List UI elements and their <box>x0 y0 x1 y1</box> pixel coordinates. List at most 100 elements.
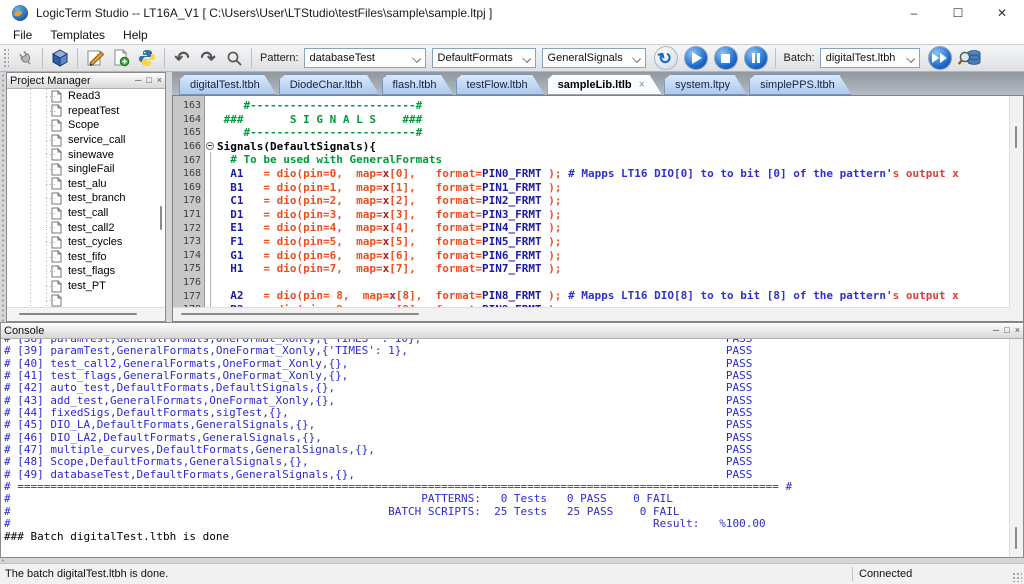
formats-combobox[interactable]: DefaultFormats <box>432 48 536 68</box>
tree-item-label: test_branch <box>68 192 125 204</box>
tree-item-Scope[interactable]: Scope <box>7 118 165 133</box>
tree-item-Read3[interactable]: Read3 <box>7 89 165 104</box>
tree-item-test_alu[interactable]: test_alu <box>7 177 165 192</box>
code-text: #-------------------------# <box>217 126 422 140</box>
minimize-button[interactable]: – <box>892 0 936 26</box>
line-number: 169 <box>173 182 205 193</box>
editor-vertical-scrollbar[interactable] <box>1009 96 1023 308</box>
tree-item-test_flags[interactable]: test_flags <box>7 264 165 279</box>
code-line: 177 A2 = dio(pin= 8, map=x[8], format=PI… <box>173 289 1009 303</box>
python-button[interactable] <box>134 46 160 70</box>
database-search-button[interactable] <box>955 46 985 70</box>
tab-system.ltpy[interactable]: system.ltpy <box>664 74 747 95</box>
tab-sampleLib.ltlb[interactable]: sampleLib.ltlb× <box>547 74 662 95</box>
fold-column <box>205 235 217 249</box>
chevron-down-icon <box>522 54 531 63</box>
tree-branch-line <box>46 300 57 301</box>
tree-item-label: Read3 <box>68 90 100 102</box>
tree-item-label: test_cycles <box>68 236 122 248</box>
panel-maximize-icon[interactable]: □ <box>146 76 151 85</box>
connection-status: Connected <box>859 568 912 580</box>
pattern-combobox[interactable]: databaseTest <box>304 48 426 68</box>
tree-item-label: sinewave <box>68 149 114 161</box>
tree-item-label: Scope <box>68 119 99 131</box>
fold-column <box>205 126 217 140</box>
tree-item-test_call2[interactable]: test_call2 <box>7 220 165 235</box>
line-number: 177 <box>173 291 205 302</box>
panel-close-icon[interactable]: × <box>1015 326 1020 335</box>
tab-testFlow.ltbh[interactable]: testFlow.ltbh <box>456 74 545 95</box>
pencil-icon <box>86 49 105 67</box>
stop-button[interactable] <box>714 46 738 70</box>
menu-templates[interactable]: Templates <box>41 28 114 42</box>
console-line: # [39] paramTest,GeneralFormats,OneForma… <box>4 345 792 357</box>
code-text: A1 = dio(pin=0, map=x[0], format=PIN0_FR… <box>217 167 959 181</box>
tree-item-sinewave[interactable]: sinewave <box>7 147 165 162</box>
menu-file[interactable]: File <box>4 28 41 42</box>
run-batch-button[interactable] <box>928 46 952 70</box>
fold-column <box>205 208 217 222</box>
tree-item-test_call[interactable]: test_call <box>7 206 165 221</box>
chevron-down-icon <box>632 54 641 63</box>
redo-button[interactable]: ↷ <box>195 46 221 70</box>
tree-branch-line <box>46 257 57 258</box>
tree-item-label: test_call2 <box>68 222 114 234</box>
toolbar-separator <box>164 48 165 68</box>
console-vertical-scrollbar[interactable] <box>1009 339 1023 557</box>
new-script-button[interactable] <box>108 46 134 70</box>
code-line: 173 F1 = dio(pin=5, map=x[5], format=PIN… <box>173 235 1009 249</box>
tab-digitalTest.ltbh[interactable]: digitalTest.ltbh <box>179 74 277 95</box>
console-line: # [42] auto_test,DefaultFormats,DefaultS… <box>4 382 792 394</box>
build-button[interactable] <box>47 46 73 70</box>
fold-collapse-icon[interactable] <box>206 142 214 150</box>
console-line: # PATTERNS: 0 Tests 0 PASS 0 FAIL <box>4 493 792 505</box>
tree-vertical-scrollbar[interactable] <box>160 206 162 230</box>
code-text: C1 = dio(pin=2, map=x[2], format=PIN2_FR… <box>217 194 561 208</box>
edit-button[interactable] <box>82 46 108 70</box>
tree-item-clipped[interactable] <box>7 293 165 308</box>
maximize-button[interactable]: ☐ <box>936 0 980 26</box>
fold-column <box>205 249 217 263</box>
pause-button[interactable] <box>744 46 768 70</box>
tab-close-icon[interactable]: × <box>639 79 645 91</box>
code-editor[interactable]: 163 #-------------------------#164 ### S… <box>172 95 1024 322</box>
fold-column <box>205 167 217 181</box>
panel-maximize-icon[interactable]: □ <box>1004 326 1009 335</box>
batch-combobox[interactable]: digitalTest.ltbh <box>820 48 920 68</box>
undo-button[interactable]: ↶ <box>169 46 195 70</box>
line-number: 172 <box>173 223 205 234</box>
toolbar-drag-handle[interactable] <box>2 48 9 68</box>
resize-grip[interactable] <box>1012 572 1022 582</box>
tree-item-test_PT[interactable]: test_PT <box>7 279 165 294</box>
panel-close-icon[interactable]: × <box>157 76 162 85</box>
refresh-button[interactable]: ↻ <box>654 46 678 70</box>
tree-horizontal-scrollbar[interactable] <box>7 307 165 321</box>
tree-item-singleFail[interactable]: singleFail <box>7 162 165 177</box>
tab-DiodeChar.ltbh[interactable]: DiodeChar.ltbh <box>279 74 380 95</box>
tab-label: system.ltpy <box>675 79 730 91</box>
panel-minimize-icon[interactable]: ─ <box>993 326 999 335</box>
signals-combobox[interactable]: GeneralSignals <box>542 48 646 68</box>
tree-item-test_cycles[interactable]: test_cycles <box>7 235 165 250</box>
line-number: 167 <box>173 155 205 166</box>
close-button[interactable]: ✕ <box>980 0 1024 26</box>
editor-horizontal-scrollbar[interactable] <box>173 307 1010 321</box>
tree-branch-line <box>46 125 57 126</box>
console-output[interactable]: # [38] paramTest,GeneralFormats,OneForma… <box>1 339 1009 557</box>
console-line: # Result: %100.00 <box>4 518 792 530</box>
tab-flash.ltbh[interactable]: flash.ltbh <box>382 74 454 95</box>
connect-button[interactable] <box>12 46 38 70</box>
tree-item-repeatTest[interactable]: repeatTest <box>7 104 165 119</box>
panel-minimize-icon[interactable]: ─ <box>135 76 141 85</box>
app-icon <box>12 5 28 21</box>
tree-item-test_branch[interactable]: test_branch <box>7 191 165 206</box>
toolbar-separator <box>42 48 43 68</box>
toolbar-separator <box>775 48 776 68</box>
menu-help[interactable]: Help <box>114 28 157 42</box>
run-button[interactable] <box>684 46 708 70</box>
tab-simplePPS.ltbh[interactable]: simplePPS.ltbh <box>749 74 852 95</box>
status-message: The batch digitalTest.ltbh is done. <box>0 568 168 580</box>
search-button[interactable] <box>221 46 247 70</box>
tree-item-service_call[interactable]: service_call <box>7 133 165 148</box>
tree-item-test_fifo[interactable]: test_fifo <box>7 250 165 265</box>
